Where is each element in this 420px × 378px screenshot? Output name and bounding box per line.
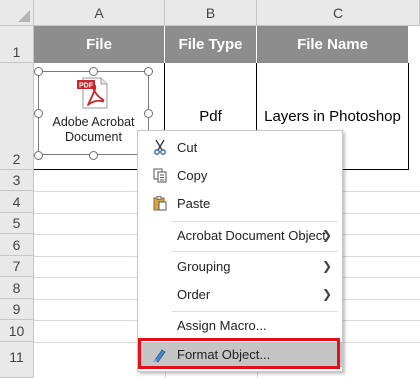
menu-item-label: Copy <box>177 167 208 183</box>
menu-item-assign-macro[interactable]: Assign Macro... <box>138 313 342 337</box>
table-header-file-type[interactable]: File Type <box>165 26 257 63</box>
pdf-badge-text: PDF <box>79 83 94 90</box>
resize-handle[interactable] <box>89 67 98 76</box>
menu-item-label: Assign Macro... <box>177 317 267 333</box>
row-header-10[interactable]: 10 <box>0 320 34 342</box>
chevron-right-icon: ❯ <box>321 228 332 242</box>
menu-separator <box>172 311 338 312</box>
menu-item-label: Cut <box>177 139 198 155</box>
resize-handle[interactable] <box>144 67 153 76</box>
menu-item-label: Grouping <box>177 258 231 274</box>
column-header-c[interactable]: C <box>257 0 420 26</box>
row-header-4[interactable]: 4 <box>0 191 34 213</box>
menu-item-grouping[interactable]: Grouping ❯ <box>138 254 342 278</box>
row-header-7[interactable]: 7 <box>0 256 34 277</box>
menu-item-cut[interactable]: Cut <box>138 135 342 159</box>
row-header-5[interactable]: 5 <box>0 213 34 234</box>
menu-item-label: Paste <box>177 195 211 211</box>
resize-handle[interactable] <box>34 151 43 160</box>
menu-item-label: Order <box>177 286 211 302</box>
label-line-2: Document <box>65 130 122 144</box>
row-header-9[interactable]: 9 <box>0 299 34 320</box>
row-header-1[interactable]: 1 <box>0 26 34 63</box>
row-header-2[interactable]: 2 <box>0 63 34 170</box>
resize-handle[interactable] <box>34 67 43 76</box>
row-header-8[interactable]: 8 <box>0 277 34 299</box>
menu-separator <box>172 221 338 222</box>
context-menu: Cut Copy Paste Acrobat Document Object ❯… <box>137 130 343 372</box>
menu-separator <box>172 251 338 252</box>
table-header-file[interactable]: File <box>34 26 165 63</box>
select-all-corner[interactable] <box>0 0 34 26</box>
label-line-1: Adobe Acrobat <box>52 115 135 129</box>
column-header-a[interactable]: A <box>34 0 165 26</box>
pdf-file-icon: PDF <box>77 77 108 109</box>
paste-icon <box>150 193 170 213</box>
row-header-6[interactable]: 6 <box>0 234 34 256</box>
menu-item-order[interactable]: Order ❯ <box>138 282 342 306</box>
menu-item-acrobat-document-object[interactable]: Acrobat Document Object ❯ <box>138 223 342 247</box>
table-header-file-name[interactable]: File Name <box>257 26 409 63</box>
highlight-box <box>138 338 340 369</box>
spreadsheet: A B C 1 2 3 4 5 6 7 8 9 10 11 File File … <box>0 0 420 378</box>
embedded-object-label: Adobe Acrobat Document <box>38 115 149 145</box>
chevron-right-icon: ❯ <box>321 287 332 301</box>
chevron-right-icon: ❯ <box>321 259 332 273</box>
copy-icon <box>150 165 170 185</box>
resize-handle[interactable] <box>89 151 98 160</box>
column-header-b[interactable]: B <box>165 0 257 26</box>
menu-item-paste[interactable]: Paste <box>138 191 342 215</box>
scissors-icon <box>150 137 170 157</box>
row-header-11[interactable]: 11 <box>0 342 34 378</box>
row-header-3[interactable]: 3 <box>0 170 34 191</box>
menu-item-label: Acrobat Document Object <box>177 227 326 243</box>
menu-item-copy[interactable]: Copy <box>138 163 342 187</box>
